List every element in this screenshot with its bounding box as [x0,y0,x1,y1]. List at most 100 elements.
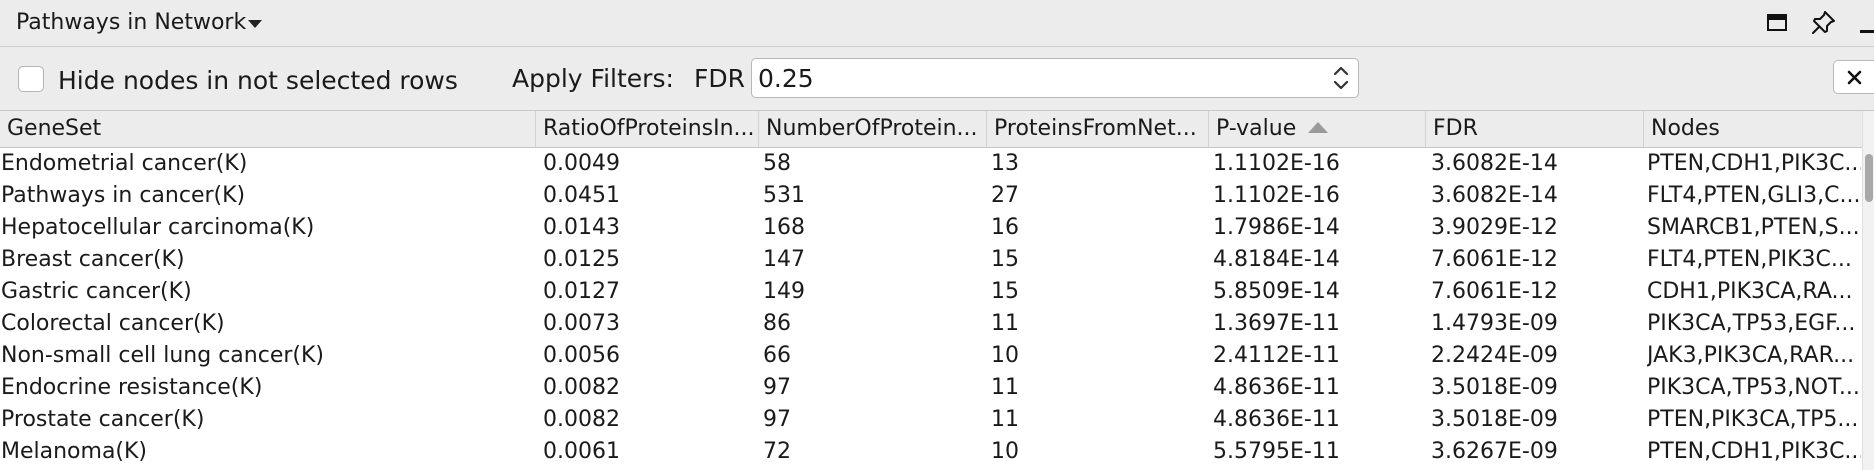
pvalue-cell[interactable]: 4.8636E-11 [1213,404,1340,436]
number-cell[interactable]: 58 [763,148,791,180]
ratio-cell[interactable]: 0.0082 [543,372,620,404]
number-cell[interactable]: 147 [763,244,805,276]
table-row[interactable]: Colorectal cancer(K) 0.0073 86 11 1.3697E-11… [0,308,1862,340]
table-row[interactable]: Melanoma(K) 0.0061 72 10 5.5795E-11 3.6267E-0… [0,436,1862,468]
pvalue-cell[interactable]: 4.8636E-11 [1213,372,1340,404]
fdr-cell[interactable]: 7.6061E-12 [1431,244,1558,276]
ratio-cell[interactable]: 0.0451 [543,180,620,212]
geneset-cell[interactable]: Endometrial cancer(K) [1,148,247,180]
table-row[interactable]: Non-small cell lung cancer(K) 0.0056 66 10 2… [0,340,1862,372]
fdr-cell[interactable]: 3.6267E-09 [1431,436,1558,468]
pvalue-cell[interactable]: 1.1102E-16 [1213,180,1340,212]
geneset-cell[interactable]: Gastric cancer(K) [1,276,192,308]
geneset-cell[interactable]: Endocrine resistance(K) [1,372,262,404]
column-header-pvalue[interactable]: P-value [1209,111,1426,147]
geneset-cell[interactable]: Prostate cancer(K) [1,404,204,436]
ratio-cell[interactable]: 0.0143 [543,212,620,244]
nodes-cell[interactable]: FLT4,PTEN,PIK3C... [1647,244,1861,276]
fdr-cell[interactable]: 3.5018E-09 [1431,404,1558,436]
pvalue-cell[interactable]: 1.3697E-11 [1213,308,1340,340]
pvalue-cell[interactable]: 4.8184E-14 [1213,244,1340,276]
column-header-ratio[interactable]: RatioOfProteinsIn... [536,111,759,147]
pvalue-cell[interactable]: 1.7986E-14 [1213,212,1340,244]
ratio-cell[interactable]: 0.0125 [543,244,620,276]
number-cell[interactable]: 86 [763,308,791,340]
clear-filter-button[interactable] [1833,60,1874,94]
number-cell[interactable]: 97 [763,372,791,404]
fdr-spinner-field[interactable]: 0.25 [751,58,1359,98]
fdr-cell[interactable]: 1.4793E-09 [1431,308,1558,340]
geneset-cell[interactable]: Melanoma(K) [1,436,147,468]
nodes-cell[interactable]: PTEN,CDH1,PIK3C... [1647,436,1861,468]
number-cell[interactable]: 66 [763,340,791,372]
fdr-cell[interactable]: 3.9029E-12 [1431,212,1558,244]
fdr-cell[interactable]: 2.2424E-09 [1431,340,1558,372]
nodes-cell[interactable]: PTEN,CDH1,PIK3C... [1647,148,1861,180]
fdr-cell[interactable]: 3.6082E-14 [1431,180,1558,212]
maximize-icon[interactable] [1767,14,1787,31]
ratio-cell[interactable]: 0.0082 [543,404,620,436]
vertical-scrollbar[interactable] [1862,111,1874,470]
geneset-cell[interactable]: Breast cancer(K) [1,244,185,276]
number-cell[interactable]: 72 [763,436,791,468]
chevron-down-icon[interactable] [248,20,262,28]
proteins-from-net-cell[interactable]: 11 [991,372,1019,404]
table-row[interactable]: Endometrial cancer(K) 0.0049 58 13 1.1102E-1… [0,148,1862,180]
fdr-cell[interactable]: 3.5018E-09 [1431,372,1558,404]
table-row[interactable]: Pathways in cancer(K) 0.0451 531 27 1.1102E-… [0,180,1862,212]
proteins-from-net-cell[interactable]: 15 [991,244,1019,276]
scrollbar-thumb[interactable] [1865,154,1873,202]
fdr-value[interactable]: 0.25 [758,64,814,94]
column-header-nodes[interactable]: Nodes [1644,111,1862,147]
hide-nodes-label[interactable]: Hide nodes in not selected rows [58,66,458,96]
geneset-cell[interactable]: Colorectal cancer(K) [1,308,225,340]
geneset-cell[interactable]: Hepatocellular carcinoma(K) [1,212,314,244]
hide-nodes-checkbox[interactable] [18,66,44,92]
table-row[interactable]: Breast cancer(K) 0.0125 147 15 4.8184E-14 7.6… [0,244,1862,276]
ratio-cell[interactable]: 0.0049 [543,148,620,180]
column-header-proteins-from-net[interactable]: ProteinsFromNet... [987,111,1209,147]
column-header-fdr[interactable]: FDR [1426,111,1644,147]
nodes-cell[interactable]: PIK3CA,TP53,NOT... [1647,372,1861,404]
nodes-cell[interactable]: PTEN,PIK3CA,TP5... [1647,404,1861,436]
column-header-number[interactable]: NumberOfProtein... [759,111,987,147]
nodes-cell[interactable]: PIK3CA,TP53,EGF... [1647,308,1861,340]
proteins-from-net-cell[interactable]: 15 [991,276,1019,308]
number-cell[interactable]: 149 [763,276,805,308]
pvalue-cell[interactable]: 5.8509E-14 [1213,276,1340,308]
proteins-from-net-cell[interactable]: 27 [991,180,1019,212]
nodes-cell[interactable]: CDH1,PIK3CA,RA... [1647,276,1861,308]
pin-icon[interactable] [1810,10,1836,36]
table-row[interactable]: Endocrine resistance(K) 0.0082 97 11 4.8636E… [0,372,1862,404]
fdr-cell[interactable]: 7.6061E-12 [1431,276,1558,308]
panel-title[interactable]: Pathways in Network [16,10,246,36]
nodes-cell[interactable]: JAK3,PIK3CA,RAR... [1647,340,1861,372]
fdr-cell[interactable]: 3.6082E-14 [1431,148,1558,180]
number-cell[interactable]: 168 [763,212,805,244]
stepper-icon[interactable] [1328,62,1354,94]
pvalue-cell[interactable]: 2.4112E-11 [1213,340,1340,372]
geneset-cell[interactable]: Pathways in cancer(K) [1,180,245,212]
proteins-from-net-cell[interactable]: 13 [991,148,1019,180]
table-row[interactable]: Hepatocellular carcinoma(K) 0.0143 168 16 1.… [0,212,1862,244]
proteins-from-net-cell[interactable]: 16 [991,212,1019,244]
geneset-cell[interactable]: Non-small cell lung cancer(K) [1,340,324,372]
ratio-cell[interactable]: 0.0061 [543,436,620,468]
number-cell[interactable]: 531 [763,180,805,212]
proteins-from-net-cell[interactable]: 11 [991,404,1019,436]
pvalue-cell[interactable]: 5.5795E-11 [1213,436,1340,468]
proteins-from-net-cell[interactable]: 11 [991,308,1019,340]
proteins-from-net-cell[interactable]: 10 [991,436,1019,468]
proteins-from-net-cell[interactable]: 10 [991,340,1019,372]
ratio-cell[interactable]: 0.0056 [543,340,620,372]
ratio-cell[interactable]: 0.0073 [543,308,620,340]
ratio-cell[interactable]: 0.0127 [543,276,620,308]
number-cell[interactable]: 97 [763,404,791,436]
table-row[interactable]: Gastric cancer(K) 0.0127 149 15 5.8509E-14 7.… [0,276,1862,308]
table-row[interactable]: Prostate cancer(K) 0.0082 97 11 4.8636E-11 3.… [0,404,1862,436]
column-header-geneset[interactable]: GeneSet [0,111,536,147]
minimize-icon[interactable] [1860,30,1874,33]
pvalue-cell[interactable]: 1.1102E-16 [1213,148,1340,180]
nodes-cell[interactable]: SMARCB1,PTEN,S... [1647,212,1861,244]
nodes-cell[interactable]: FLT4,PTEN,GLI3,C... [1647,180,1861,212]
